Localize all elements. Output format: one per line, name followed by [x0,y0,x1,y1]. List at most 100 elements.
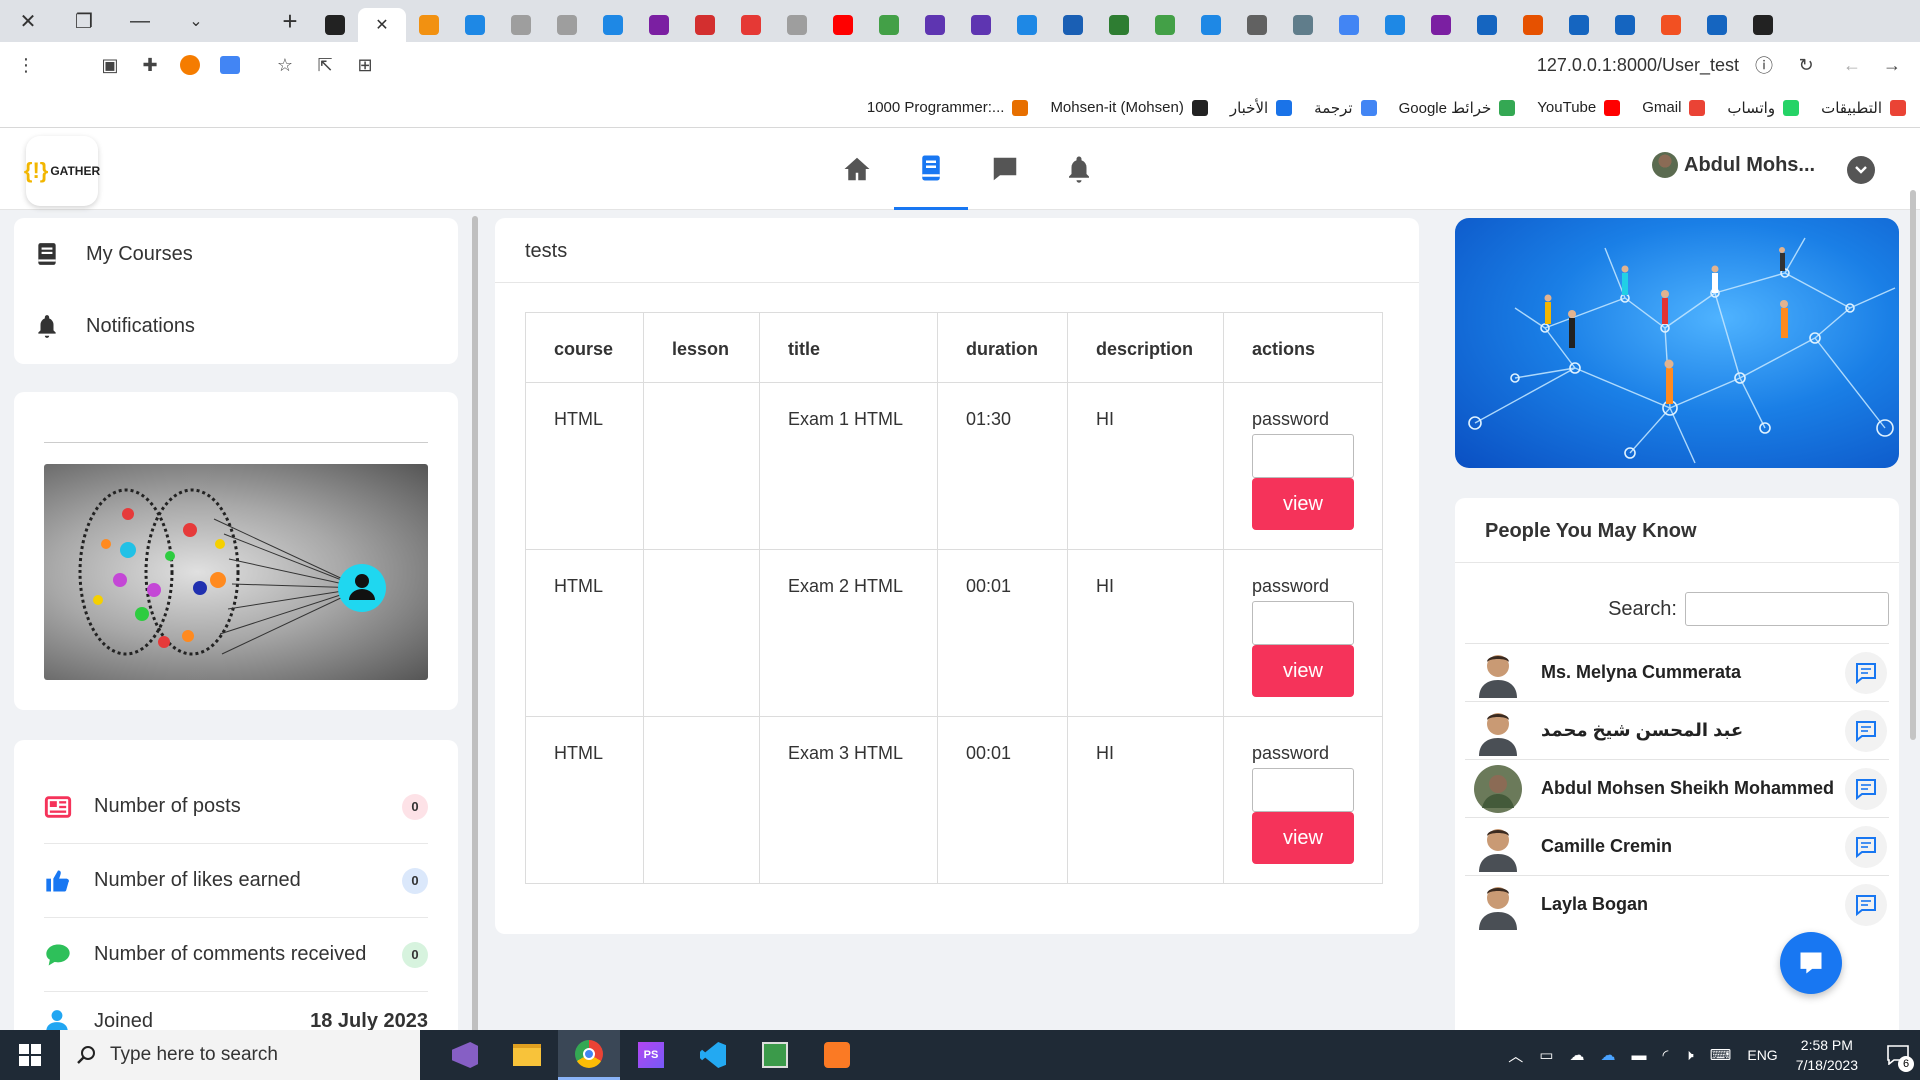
onedrive-icon[interactable]: ☁ [1569,1046,1584,1064]
view-button[interactable]: view [1252,812,1354,864]
sidebar-scrollbar[interactable] [472,216,478,1036]
browser-tab[interactable] [774,8,820,42]
message-person-button[interactable] [1845,825,1887,868]
extensions-icon[interactable]: ✚ [130,45,170,85]
sidebar-item-my-courses[interactable]: My Courses [14,218,458,290]
forward-icon[interactable]: → [1872,45,1912,85]
side-panel-icon[interactable]: ▣ [90,45,130,85]
bookmark-item[interactable]: Mohsen-it (Mohsen) [1050,99,1208,116]
message-person-button[interactable] [1845,709,1887,752]
network-tool-icon[interactable] [744,1030,806,1080]
page-scrollbar[interactable] [1910,190,1916,740]
taskbar-search-box[interactable]: Type here to search [60,1030,420,1080]
nav-notifications[interactable] [1042,128,1116,210]
bookmark-item[interactable]: YouTube [1537,99,1621,116]
browser-tab[interactable] [682,8,728,42]
browser-tab[interactable] [1556,8,1602,42]
person-list-item[interactable]: Camille Cremin [1465,817,1889,875]
file-explorer-icon[interactable] [496,1030,558,1080]
person-list-item[interactable]: Ms. Melyna Cummerata [1465,643,1889,701]
browser-tab[interactable] [1234,8,1280,42]
browser-tab[interactable] [452,8,498,42]
person-name[interactable]: Camille Cremin [1541,836,1845,857]
chat-fab-button[interactable] [1780,932,1842,994]
language-indicator[interactable]: ENG [1747,1047,1777,1063]
action-center-button[interactable]: 6 [1876,1030,1920,1080]
browser-tab[interactable] [498,8,544,42]
browser-tab[interactable] [912,8,958,42]
password-input[interactable] [1252,434,1354,478]
minimize-window-icon[interactable]: — [112,0,168,42]
message-person-button[interactable] [1845,767,1887,810]
new-tab-button[interactable]: + [268,0,312,42]
meet-now-icon[interactable]: ▭ [1539,1046,1553,1064]
close-window-icon[interactable]: ✕ [0,0,56,42]
bookmark-star-icon[interactable]: ☆ [265,45,305,85]
password-input[interactable] [1252,601,1354,645]
person-name[interactable]: عبد المحسن شيخ محمد [1541,720,1845,741]
xampp-icon[interactable] [806,1030,868,1080]
user-menu-dropdown[interactable] [1847,156,1875,184]
person-name[interactable]: Layla Bogan [1541,894,1845,915]
chrome-icon[interactable] [558,1030,620,1080]
onedrive-business-icon[interactable]: ☁ [1600,1046,1615,1064]
start-button[interactable] [0,1030,60,1080]
keyboard-icon[interactable]: ⌨ [1710,1046,1732,1064]
bookmark-item[interactable]: الأخبار [1230,99,1293,117]
browser-tab[interactable] [728,8,774,42]
browser-tab[interactable] [312,8,358,42]
reload-icon[interactable]: ↻ [1786,45,1826,85]
bookmark-item[interactable]: واتساب [1727,99,1800,117]
install-app-icon[interactable]: ⊞ [345,45,385,85]
browser-tab[interactable] [1372,8,1418,42]
person-name[interactable]: Ms. Melyna Cummerata [1541,662,1845,683]
vscode-icon[interactable] [682,1030,744,1080]
clock[interactable]: 2:58 PM 7/18/2023 [1796,1035,1858,1075]
browser-tab[interactable] [1694,8,1740,42]
person-list-item[interactable]: Layla Bogan [1465,875,1889,933]
site-info-icon[interactable]: ⓘ [1755,52,1773,78]
browser-tab[interactable] [1280,8,1326,42]
url-text[interactable]: 127.0.0.1:8000/User_test [1537,55,1739,76]
browser-tab[interactable]: ✕ [358,8,406,42]
browser-tab[interactable] [636,8,682,42]
browser-tab[interactable] [590,8,636,42]
browser-tab[interactable] [1418,8,1464,42]
visual-studio-icon[interactable] [434,1030,496,1080]
browser-tab[interactable] [1602,8,1648,42]
browser-tab[interactable] [544,8,590,42]
nav-messages[interactable] [968,128,1042,210]
browser-tab[interactable] [1510,8,1556,42]
extension-orange-icon[interactable] [170,45,210,85]
translate-icon[interactable] [210,45,250,85]
browser-tab[interactable] [1050,8,1096,42]
message-person-button[interactable] [1845,883,1887,926]
browser-tab[interactable] [406,8,452,42]
person-name[interactable]: Abdul Mohsen Sheikh Mohammed [1541,778,1845,799]
view-button[interactable]: view [1252,645,1354,697]
kebab-menu-icon[interactable]: ⋮ [6,45,46,85]
tab-search-icon[interactable]: ⌄ [168,0,224,42]
nav-home[interactable] [820,128,894,210]
browser-tab[interactable] [1188,8,1234,42]
bookmark-item[interactable]: ترجمة [1314,99,1377,117]
bookmark-item[interactable]: 1000 Programmer:... [867,99,1029,116]
nav-courses[interactable] [894,128,968,210]
browser-tab[interactable] [1004,8,1050,42]
restore-window-icon[interactable]: ❐ [56,0,112,42]
wifi-icon[interactable]: ◜ [1662,1046,1668,1064]
browser-tab[interactable] [1142,8,1188,42]
address-bar[interactable]: ☆ ⇱ ⊞ 127.0.0.1:8000/User_test ⓘ [255,46,1785,84]
password-input[interactable] [1252,768,1354,812]
browser-tab[interactable] [1096,8,1142,42]
phpstorm-icon[interactable]: PS [620,1030,682,1080]
search-input[interactable] [1685,592,1889,626]
browser-tab[interactable] [1326,8,1372,42]
browser-tab[interactable] [1648,8,1694,42]
browser-tab[interactable] [866,8,912,42]
back-icon[interactable]: ← [1832,45,1872,85]
battery-icon[interactable]: ▬ [1631,1047,1646,1064]
share-icon[interactable]: ⇱ [305,45,345,85]
sidebar-item-notifications[interactable]: Notifications [14,290,458,362]
message-person-button[interactable] [1845,651,1887,694]
